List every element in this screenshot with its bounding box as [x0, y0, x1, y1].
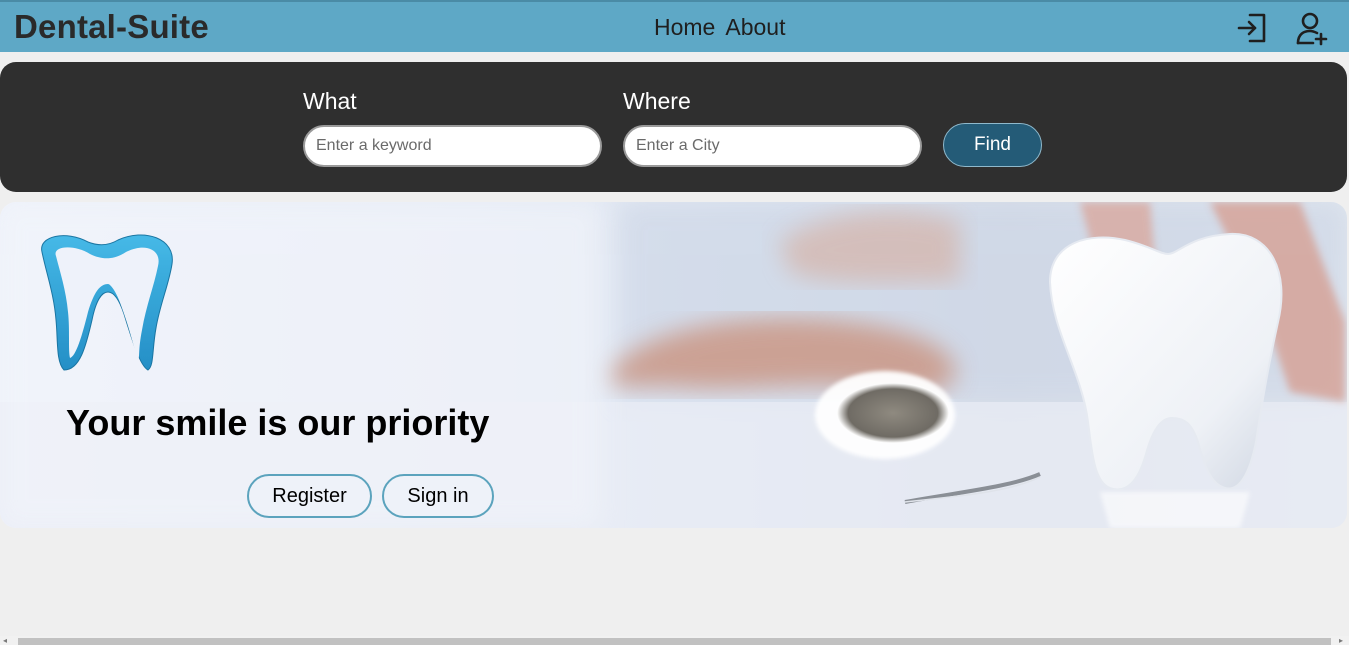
keyword-input[interactable]: [303, 125, 602, 167]
scrollbar-thumb[interactable]: [18, 638, 1331, 645]
tooth-logo-icon: [41, 234, 173, 371]
nav-link-about[interactable]: About: [725, 14, 785, 41]
what-label: What: [303, 88, 357, 114]
where-label: Where: [623, 88, 691, 114]
sign-in-button[interactable]: Sign in: [382, 474, 494, 518]
sign-in-icon[interactable]: [1235, 10, 1271, 46]
hero-background-image: [0, 202, 1347, 528]
brand-title[interactable]: Dental-Suite: [14, 8, 209, 46]
find-button[interactable]: Find: [943, 123, 1042, 167]
scroll-right-arrow-icon[interactable]: ▸: [1339, 637, 1343, 645]
city-input[interactable]: [623, 125, 922, 167]
hero-banner: Your smile is our priority Register Sign…: [0, 202, 1347, 528]
top-navbar: Dental-Suite Home About: [0, 0, 1349, 52]
nav-link-home[interactable]: Home: [654, 14, 715, 41]
search-panel: What Where Find: [0, 62, 1347, 192]
horizontal-scrollbar[interactable]: ◂ ▸: [0, 636, 1349, 645]
hero-title: Your smile is our priority: [66, 402, 490, 443]
main-nav: Home About: [654, 14, 785, 41]
register-button[interactable]: Register: [247, 474, 372, 518]
scroll-left-arrow-icon[interactable]: ◂: [3, 637, 7, 645]
add-user-icon[interactable]: [1294, 10, 1330, 46]
